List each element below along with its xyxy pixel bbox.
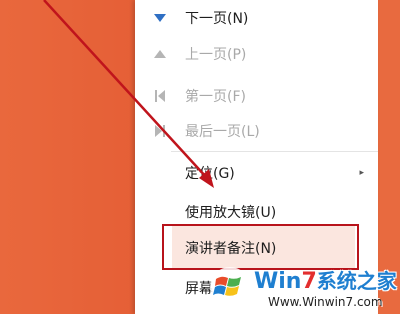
menu-item-first-page[interactable]: 第一页(F) xyxy=(135,80,378,112)
menu-item-label: 使用放大镜(U) xyxy=(185,205,277,221)
submenu-arrow-icon: ▸ xyxy=(359,168,364,178)
menu-item-last-page[interactable]: 最后一页(L) xyxy=(135,115,378,147)
last-page-icon xyxy=(153,124,167,138)
menu-separator xyxy=(171,151,378,152)
triangle-up-icon xyxy=(153,47,167,61)
site-watermark: Win7系统之家 Www.Winwin7.com xyxy=(208,263,400,314)
menu-item-label: 上一页(P) xyxy=(185,47,247,63)
menu-item-label: 下一页(N) xyxy=(185,11,249,27)
watermark-title: Win7系统之家 xyxy=(254,265,397,294)
windows-logo-icon xyxy=(210,267,250,307)
watermark-seven: 7 xyxy=(301,269,317,294)
menu-item-label: 定位(G) xyxy=(185,166,235,182)
menu-item-previous-page[interactable]: 上一页(P) xyxy=(135,38,378,70)
triangle-down-icon xyxy=(153,11,167,25)
watermark-win: Win xyxy=(254,269,302,294)
menu-item-label: 最后一页(L) xyxy=(185,124,260,140)
watermark-url: Www.Winwin7.com xyxy=(268,295,383,309)
first-page-icon xyxy=(153,89,167,103)
menu-item-go-to[interactable]: 定位(G) ▸ xyxy=(135,157,378,189)
menu-item-next-page[interactable]: 下一页(N) xyxy=(135,2,378,34)
menu-item-label: 第一页(F) xyxy=(185,89,246,105)
watermark-cn: 系统之家 xyxy=(316,269,397,293)
